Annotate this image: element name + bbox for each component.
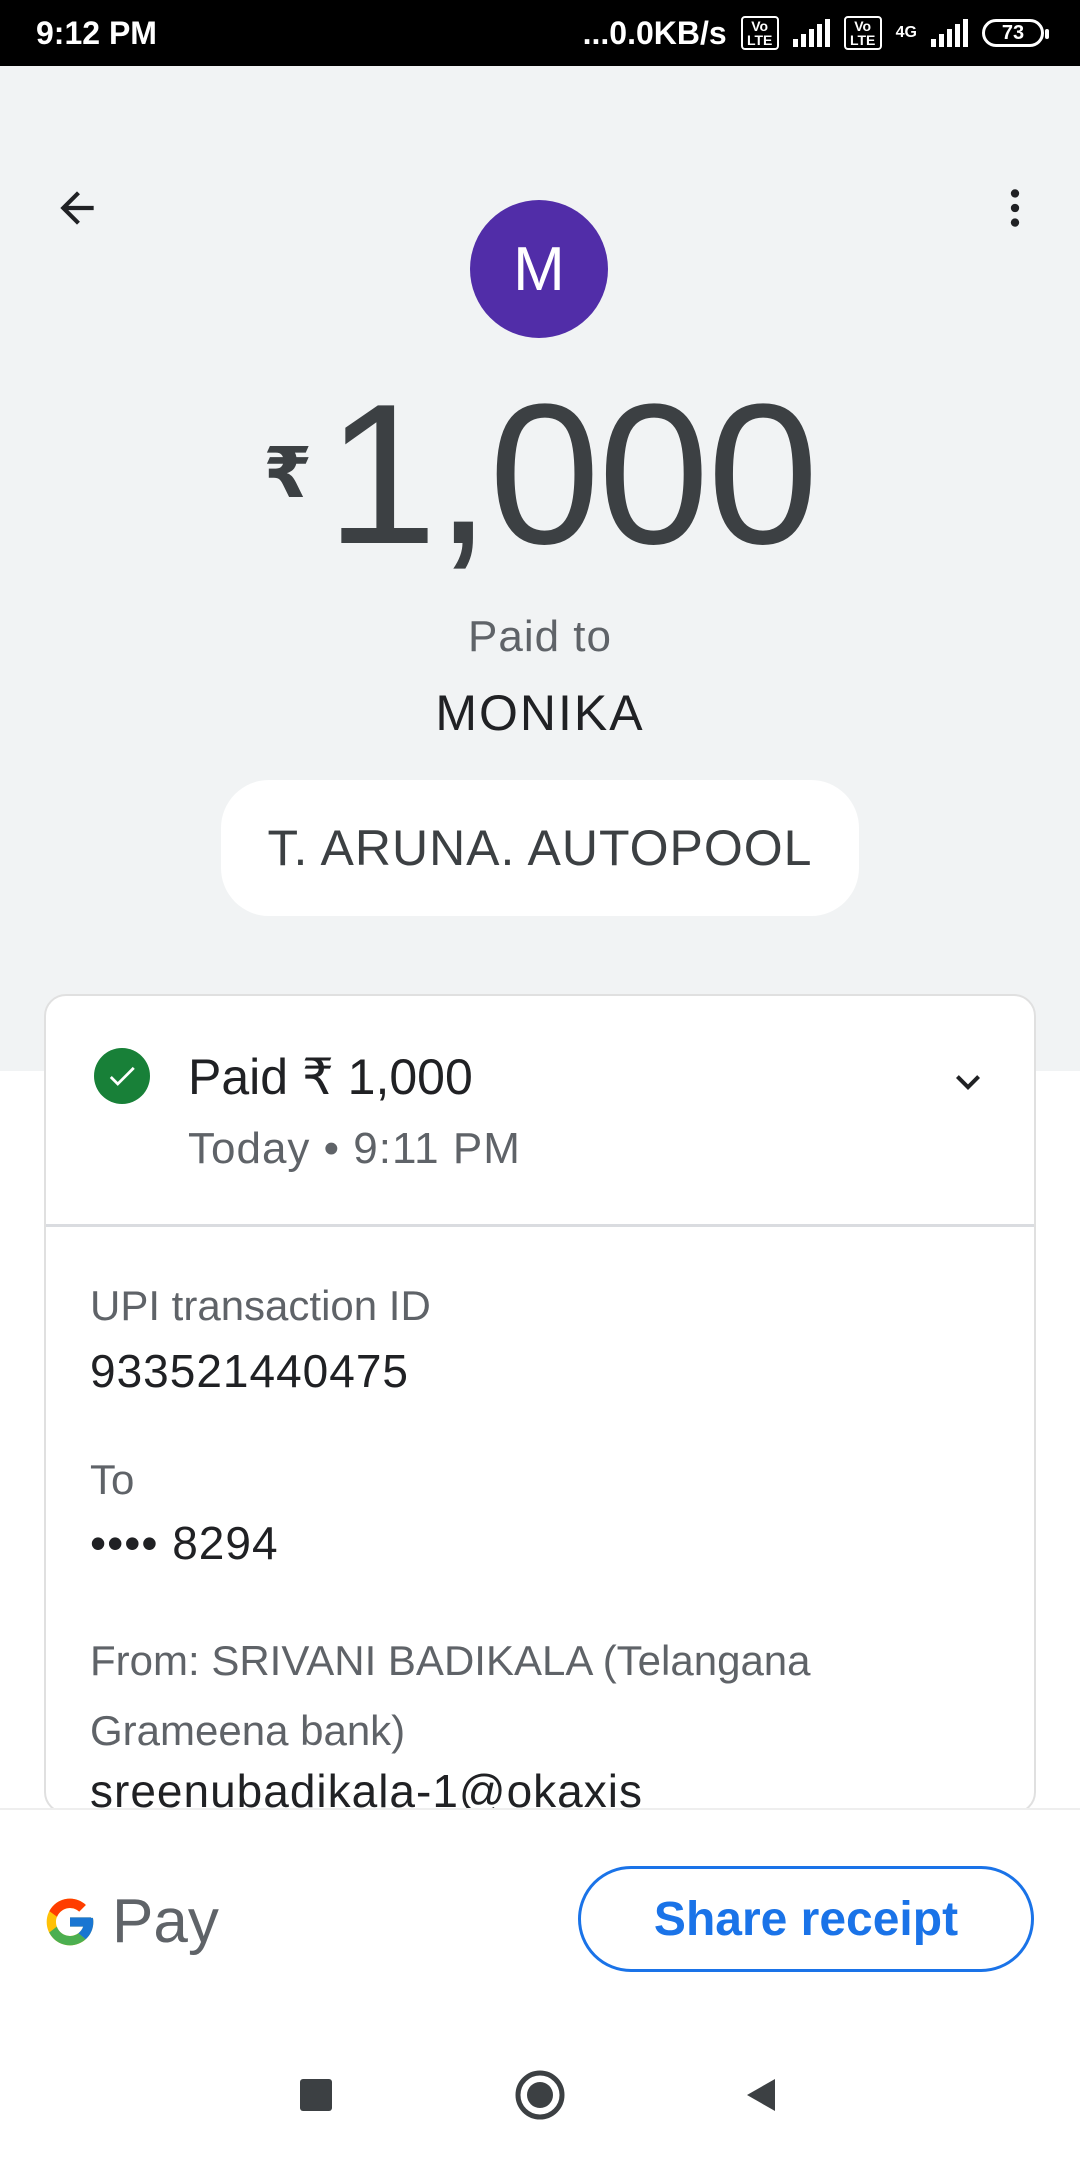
status-bar: 9:12 PM ...0.0KB/s Vo LTE Vo LTE 4G 73 xyxy=(0,0,1080,66)
recents-button[interactable] xyxy=(271,2050,361,2140)
transaction-card: Paid ₹ 1,000 Today • 9:11 PM UPI transac… xyxy=(44,994,1036,1814)
upi-id-value[interactable]: 933521440475 xyxy=(90,1344,409,1398)
signal-icon xyxy=(931,19,968,47)
bottom-bar: Pay Share receipt xyxy=(0,1808,1080,2030)
transaction-time: Today • 9:11 PM xyxy=(188,1124,521,1173)
battery-icon: 73 xyxy=(982,19,1049,47)
payment-note: T. ARUNA. AUTOPOOL xyxy=(221,780,859,916)
square-recents-icon xyxy=(300,2079,332,2111)
check-circle-icon xyxy=(94,1048,150,1104)
home-button[interactable] xyxy=(495,2050,585,2140)
chevron-down-icon xyxy=(956,1075,980,1090)
network-type: 4G xyxy=(895,24,917,41)
to-label: To xyxy=(90,1456,135,1503)
back-button[interactable] xyxy=(40,171,114,245)
circle-home-icon xyxy=(515,2070,565,2120)
signal-icon xyxy=(792,19,830,47)
share-receipt-button[interactable]: Share receipt xyxy=(578,1866,1034,1972)
avatar: M xyxy=(470,200,608,338)
amount: ₹ 1,000 xyxy=(0,363,1080,586)
network-speed: ...0.0KB/s xyxy=(582,14,727,51)
battery-level: 73 xyxy=(1001,21,1025,44)
google-g-icon xyxy=(46,1898,94,1945)
from-upi-value: sreenubadikala-1@okaxis xyxy=(90,1765,643,1814)
status-icons: ...0.0KB/s Vo LTE Vo LTE 4G 73 xyxy=(582,14,1049,52)
volte-icon: Vo LTE xyxy=(843,16,882,50)
to-account-value: •••• 8294 xyxy=(90,1517,279,1569)
more-vert-icon xyxy=(1010,189,1020,227)
amount-value: 1,000 xyxy=(326,363,818,586)
transaction-header[interactable]: Paid ₹ 1,000 Today • 9:11 PM xyxy=(46,996,1034,1227)
more-options-button[interactable] xyxy=(978,171,1052,245)
system-nav-bar xyxy=(0,2030,1080,2160)
triangle-back-icon xyxy=(747,2079,775,2111)
currency-symbol: ₹ xyxy=(263,434,313,512)
upi-id-label: UPI transaction ID xyxy=(90,1282,431,1329)
arrow-back-icon xyxy=(60,191,94,225)
gpay-logo: Pay xyxy=(42,1886,219,1957)
gpay-text: Pay xyxy=(112,1887,219,1956)
volte-icon: Vo LTE xyxy=(740,16,779,50)
payee-name: MONIKA xyxy=(435,685,645,741)
expand-button[interactable] xyxy=(938,1052,998,1112)
from-label: From: SRIVANI BADIKALA (Telangana Gramee… xyxy=(90,1637,811,1754)
transaction-status: Paid ₹ 1,000 xyxy=(188,1049,473,1105)
status-time: 9:12 PM xyxy=(36,14,157,51)
back-nav-button[interactable] xyxy=(716,2050,806,2140)
paid-to-label: Paid to xyxy=(468,612,612,661)
